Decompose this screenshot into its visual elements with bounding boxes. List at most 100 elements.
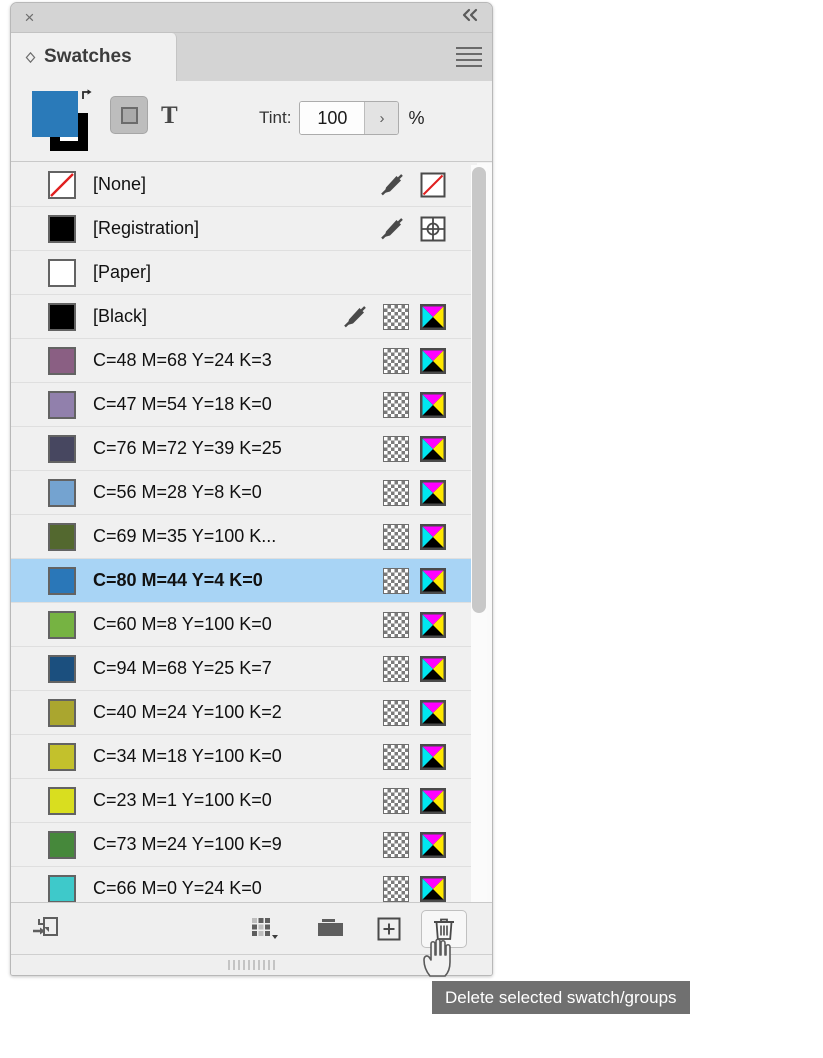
swatch-name: [None] bbox=[93, 174, 147, 194]
panel-menu-icon[interactable] bbox=[456, 47, 482, 67]
tint-pattern-icon bbox=[383, 392, 409, 418]
panel-resize-bar[interactable] bbox=[11, 954, 492, 975]
swatch-indicators bbox=[383, 779, 477, 823]
swatch-indicators bbox=[383, 515, 477, 559]
swatch-row[interactable]: C=60 M=8 Y=100 K=0 bbox=[11, 603, 477, 647]
swatch-row[interactable]: C=56 M=28 Y=8 K=0 bbox=[11, 471, 477, 515]
swatch-name: [Registration] bbox=[93, 218, 200, 238]
menu-line bbox=[456, 65, 482, 67]
swatch-name: [Black] bbox=[93, 306, 148, 326]
swatch-color-chip bbox=[48, 214, 76, 243]
delete-swatch-button[interactable] bbox=[421, 910, 467, 948]
menu-line bbox=[456, 59, 482, 61]
none-indicator-icon bbox=[420, 172, 446, 198]
swatch-indicators bbox=[379, 163, 477, 207]
swatch-row[interactable]: [Registration] bbox=[11, 207, 477, 251]
new-swatch-button[interactable] bbox=[367, 910, 411, 948]
list-scrollbar-track[interactable] bbox=[471, 165, 487, 912]
tint-pattern-icon bbox=[383, 788, 409, 814]
tint-label: Tint: bbox=[259, 108, 292, 127]
swatch-row[interactable]: C=40 M=24 Y=100 K=2 bbox=[11, 691, 477, 735]
tint-pattern-icon bbox=[383, 524, 409, 550]
swatch-indicators bbox=[383, 427, 477, 471]
tab-swatches-label: Swatches bbox=[44, 46, 132, 67]
tint-pattern-icon bbox=[383, 744, 409, 770]
swatch-color-chip bbox=[48, 830, 76, 859]
swatch-row[interactable]: C=23 M=1 Y=100 K=0 bbox=[11, 779, 477, 823]
swatch-row[interactable]: [None] bbox=[11, 163, 477, 207]
swatch-indicators bbox=[379, 207, 477, 251]
menu-line bbox=[456, 47, 482, 49]
swatch-row[interactable]: C=94 M=68 Y=25 K=7 bbox=[11, 647, 477, 691]
screen: × Swatches T Tint: 100 › % [None] [Regis… bbox=[0, 0, 823, 1058]
swatch-row[interactable]: C=73 M=24 Y=100 K=9 bbox=[11, 823, 477, 867]
object-square-icon bbox=[120, 106, 138, 124]
swatch-name: C=69 M=35 Y=100 K... bbox=[93, 526, 277, 546]
cmyk-mode-icon bbox=[420, 348, 446, 374]
swatch-color-chip bbox=[48, 610, 76, 639]
lock-pencil-icon bbox=[379, 216, 405, 242]
tint-dropdown-icon[interactable]: › bbox=[364, 102, 399, 134]
registration-indicator-icon bbox=[420, 216, 446, 242]
color-group-grid-icon bbox=[252, 918, 278, 939]
swatch-name: C=23 M=1 Y=100 K=0 bbox=[93, 790, 272, 810]
apply-to-text-button[interactable]: T bbox=[161, 103, 178, 128]
swatch-row[interactable]: C=34 M=18 Y=100 K=0 bbox=[11, 735, 477, 779]
swatch-indicators bbox=[383, 603, 477, 647]
tint-pattern-icon bbox=[383, 876, 409, 902]
swatch-color-chip bbox=[48, 170, 76, 199]
tint-pattern-icon bbox=[383, 348, 409, 374]
list-scrollbar-thumb[interactable] bbox=[472, 167, 486, 613]
swatch-color-chip bbox=[48, 654, 76, 683]
swap-fill-stroke-icon[interactable] bbox=[80, 88, 94, 102]
trash-icon bbox=[434, 918, 454, 940]
cmyk-mode-icon bbox=[420, 524, 446, 550]
swatch-color-chip bbox=[48, 258, 76, 287]
new-color-group-folder-button[interactable] bbox=[309, 910, 353, 948]
swatch-indicators bbox=[383, 823, 477, 867]
swatch-color-chip bbox=[48, 742, 76, 771]
swatch-row[interactable]: C=76 M=72 Y=39 K=25 bbox=[11, 427, 477, 471]
new-color-group-button[interactable] bbox=[243, 910, 287, 948]
swatch-name: C=80 M=44 Y=4 K=0 bbox=[93, 570, 263, 590]
swatch-color-chip bbox=[48, 478, 76, 507]
close-icon[interactable]: × bbox=[21, 9, 38, 26]
swatch-row[interactable]: [Paper] bbox=[11, 251, 477, 295]
swatch-color-chip bbox=[48, 698, 76, 727]
add-to-library-button[interactable] bbox=[23, 910, 67, 948]
swatch-indicators bbox=[383, 339, 477, 383]
swatch-name: C=94 M=68 Y=25 K=7 bbox=[93, 658, 272, 678]
swatch-row[interactable]: [Black] bbox=[11, 295, 477, 339]
tint-pattern-icon bbox=[383, 436, 409, 462]
cmyk-mode-icon bbox=[420, 700, 446, 726]
tab-swatches[interactable]: Swatches bbox=[11, 33, 177, 81]
cmyk-mode-icon bbox=[420, 832, 446, 858]
cmyk-mode-icon bbox=[420, 788, 446, 814]
swatch-color-chip bbox=[48, 434, 76, 463]
swatch-color-chip bbox=[48, 390, 76, 419]
swatch-row[interactable]: C=80 M=44 Y=4 K=0 bbox=[11, 559, 477, 603]
swatch-color-chip bbox=[48, 874, 76, 903]
fill-color-box[interactable] bbox=[32, 91, 78, 137]
swatch-color-chip bbox=[48, 346, 76, 375]
add-to-library-icon bbox=[33, 917, 58, 936]
lock-pencil-icon bbox=[342, 304, 368, 330]
cmyk-mode-icon bbox=[420, 304, 446, 330]
cmyk-mode-icon bbox=[420, 612, 446, 638]
panel-titlebar: × bbox=[11, 3, 492, 33]
swatch-row[interactable]: C=47 M=54 Y=18 K=0 bbox=[11, 383, 477, 427]
swatch-row[interactable]: C=69 M=35 Y=100 K... bbox=[11, 515, 477, 559]
swatch-indicators bbox=[383, 691, 477, 735]
tint-input[interactable] bbox=[300, 102, 365, 134]
swatch-indicators bbox=[342, 295, 477, 339]
collapse-panel-icon[interactable] bbox=[460, 8, 482, 26]
swatch-name: C=66 M=0 Y=24 K=0 bbox=[93, 878, 262, 898]
swatch-controls: T Tint: › % bbox=[11, 81, 492, 162]
swatch-indicators bbox=[383, 735, 477, 779]
swatch-color-chip bbox=[48, 566, 76, 595]
apply-to-object-button[interactable] bbox=[110, 96, 148, 134]
lock-pencil-icon bbox=[379, 172, 405, 198]
cmyk-mode-icon bbox=[420, 436, 446, 462]
swatch-row[interactable]: C=48 M=68 Y=24 K=3 bbox=[11, 339, 477, 383]
tint-pattern-icon bbox=[383, 656, 409, 682]
